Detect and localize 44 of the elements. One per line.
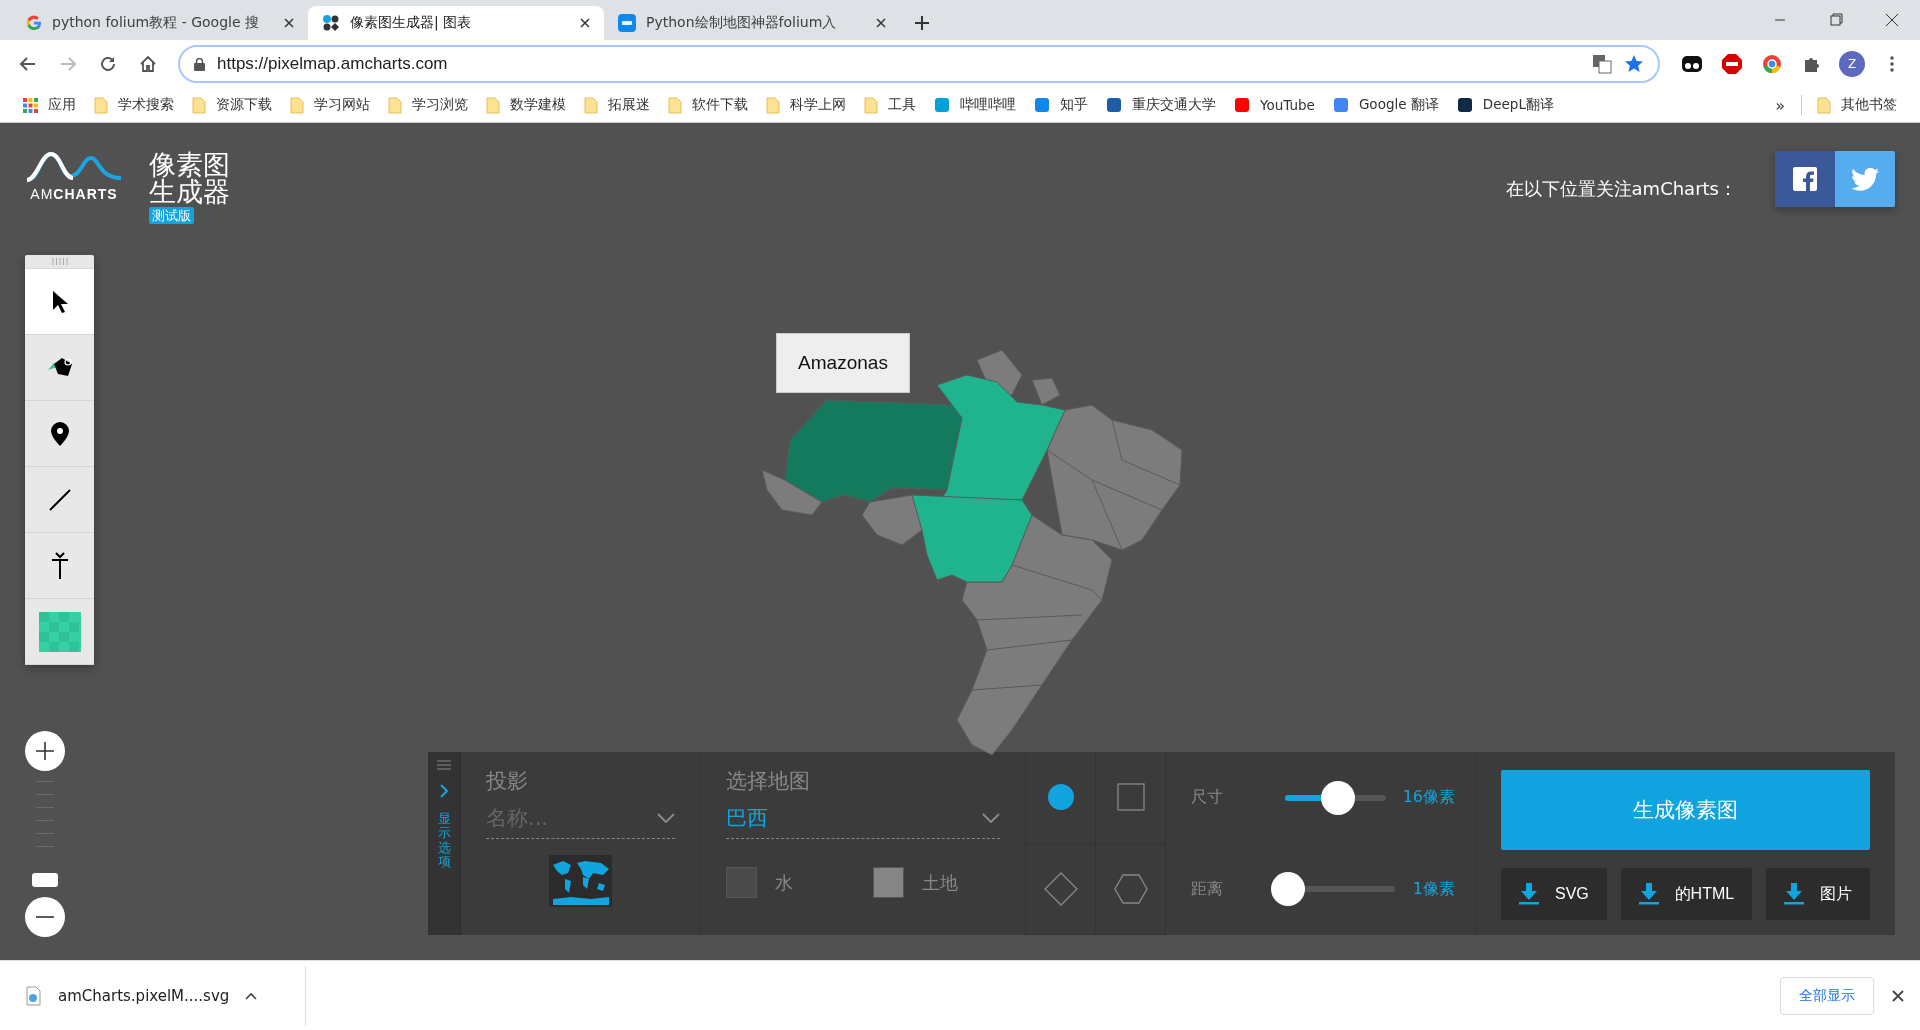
slider-label: 距离: [1191, 878, 1224, 900]
download-button[interactable]: 图片: [1766, 868, 1870, 920]
bookmark-item[interactable]: 哔哩哔哩: [925, 91, 1025, 119]
beta-badge: 测试版: [149, 207, 194, 224]
map-dropdown[interactable]: 巴西: [726, 798, 1000, 839]
swatch-label: 土地: [922, 870, 958, 895]
browser-tab[interactable]: Python绘制地图神器folium入: [604, 6, 900, 40]
region-tooltip: Amazonas: [776, 333, 910, 393]
bookmark-item[interactable]: 学术搜索: [85, 91, 183, 119]
more-bookmarks-button[interactable]: »: [1765, 95, 1795, 115]
field-label: 投影: [486, 768, 529, 795]
browser-tab[interactable]: python folium教程 - Google 搜: [12, 6, 308, 40]
bookmark-item[interactable]: 数学建模: [477, 91, 575, 119]
options-toggle[interactable]: 显示选项: [437, 812, 451, 870]
slider-value: 16像素: [1402, 787, 1455, 809]
bookmark-item[interactable]: YouTube: [1225, 91, 1324, 119]
download-button[interactable]: SVG: [1501, 868, 1607, 920]
app-title: 生成器: [149, 178, 230, 205]
bookmark-item[interactable]: 重庆交通大学: [1097, 91, 1225, 119]
field-label: 选择地图: [726, 768, 811, 795]
bookmark-item[interactable]: 资源下载: [183, 91, 281, 119]
bookmark-item[interactable]: 学习网站: [281, 91, 379, 119]
slider-label: 尺寸: [1191, 787, 1224, 809]
downloaded-file-name[interactable]: amCharts.pixelM....svg: [58, 986, 230, 1005]
profile-avatar[interactable]: Z: [1839, 51, 1865, 77]
bookmark-item[interactable]: Google 翻译: [1323, 91, 1448, 119]
slider-value: 1像素: [1412, 878, 1455, 900]
show-all-button[interactable]: 全部显示: [1780, 976, 1874, 1015]
bookmark-item[interactable]: 软件下载: [659, 91, 757, 119]
bookmark-item[interactable]: 其他书签: [1808, 91, 1906, 119]
browser-tab[interactable]: 像素图生成器| 图表: [308, 6, 604, 40]
bookmark-item[interactable]: 应用: [14, 91, 85, 119]
bookmark-item[interactable]: 科学上网: [757, 91, 855, 119]
app-title: 像素图: [149, 151, 230, 178]
logo-text: AMCHARTS: [30, 186, 118, 202]
download-button[interactable]: 的HTML: [1620, 868, 1753, 920]
bookmark-item[interactable]: 拓展迷: [575, 91, 659, 119]
address-bar[interactable]: https://pixelmap.amcharts.com: [178, 45, 1660, 83]
bookmark-item[interactable]: 知乎: [1025, 91, 1097, 119]
follow-text: 在以下位置关注amCharts：: [1505, 177, 1737, 201]
swatch-label: 水: [775, 870, 793, 895]
bookmark-item[interactable]: 学习浏览: [379, 91, 477, 119]
bookmark-item[interactable]: 工具: [855, 91, 925, 119]
bookmark-item[interactable]: DeepL翻译: [1447, 91, 1563, 119]
